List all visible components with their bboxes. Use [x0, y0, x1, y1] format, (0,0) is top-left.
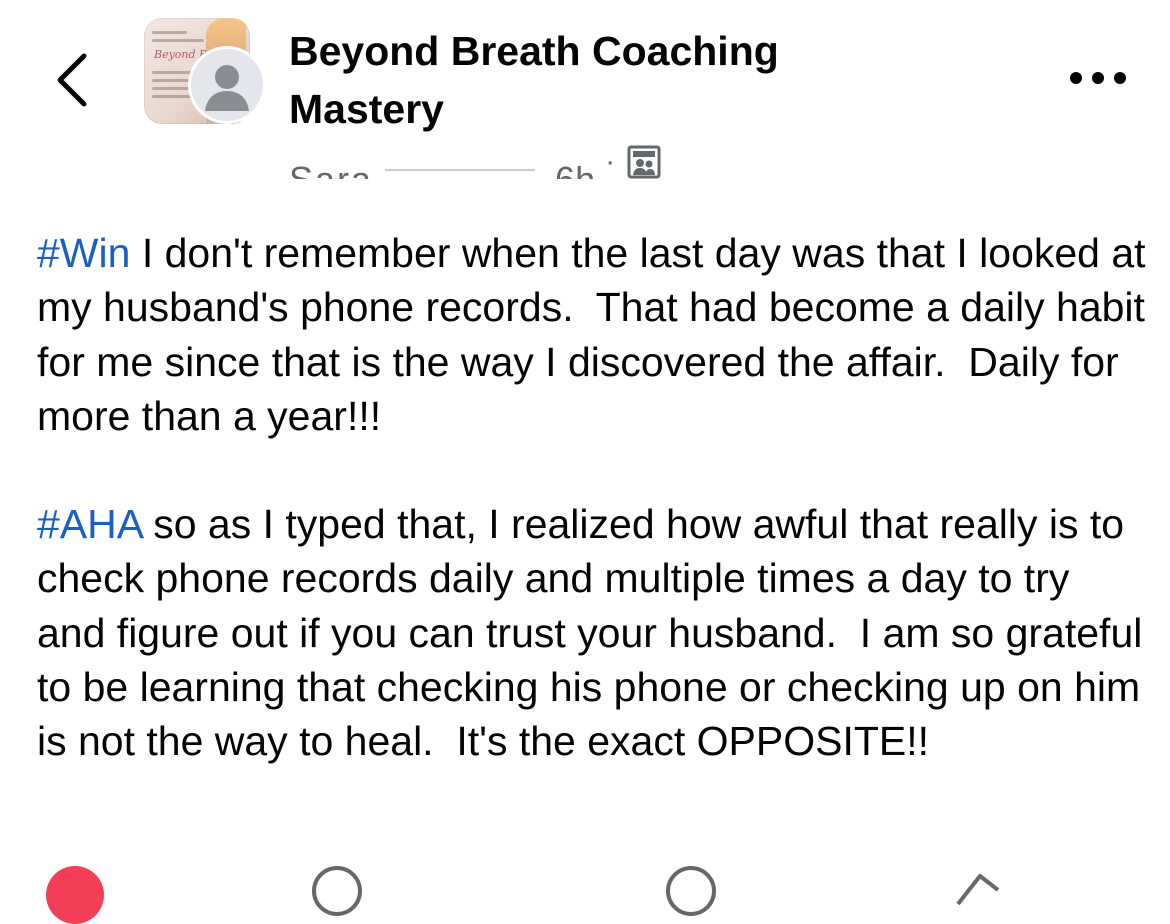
- author-avatar[interactable]: [188, 46, 266, 124]
- react-button[interactable]: [46, 866, 104, 924]
- share-icon: [956, 874, 1000, 906]
- post-action-bar: [0, 866, 1170, 924]
- meta-separator: ·: [605, 145, 616, 178]
- post-timestamp[interactable]: 6h: [555, 145, 595, 179]
- author-name-blurred: [385, 169, 536, 171]
- hashtag-link[interactable]: #Win: [37, 230, 130, 276]
- messenger-icon: [666, 866, 716, 916]
- post-text: so as I typed that, I realized how awful…: [37, 501, 1154, 765]
- more-options-button[interactable]: [1062, 58, 1134, 98]
- love-reaction-icon: [46, 866, 104, 924]
- back-button[interactable]: [48, 48, 96, 112]
- author-name[interactable]: Sara: [289, 145, 373, 179]
- post-text: I don't remember when the last day was t…: [37, 230, 1157, 439]
- group-name[interactable]: Beyond Breath Coaching Mastery: [289, 22, 869, 138]
- chevron-left-icon: [57, 53, 87, 107]
- comment-button[interactable]: [312, 866, 362, 916]
- comment-icon: [312, 866, 362, 916]
- share-button[interactable]: [950, 866, 1006, 906]
- send-button[interactable]: [666, 866, 716, 916]
- post-body: #Win I don't remember when the last day …: [37, 226, 1147, 823]
- post-paragraph: #Win I don't remember when the last day …: [37, 226, 1147, 443]
- hashtag-link[interactable]: #AHA: [37, 501, 142, 547]
- more-horizontal-icon: [1070, 72, 1126, 84]
- group-members-icon: [627, 145, 661, 179]
- post-meta: Sara 6h ·: [289, 140, 661, 184]
- default-user-icon: [191, 49, 263, 121]
- post-paragraph: #AHA so as I typed that, I realized how …: [37, 497, 1147, 768]
